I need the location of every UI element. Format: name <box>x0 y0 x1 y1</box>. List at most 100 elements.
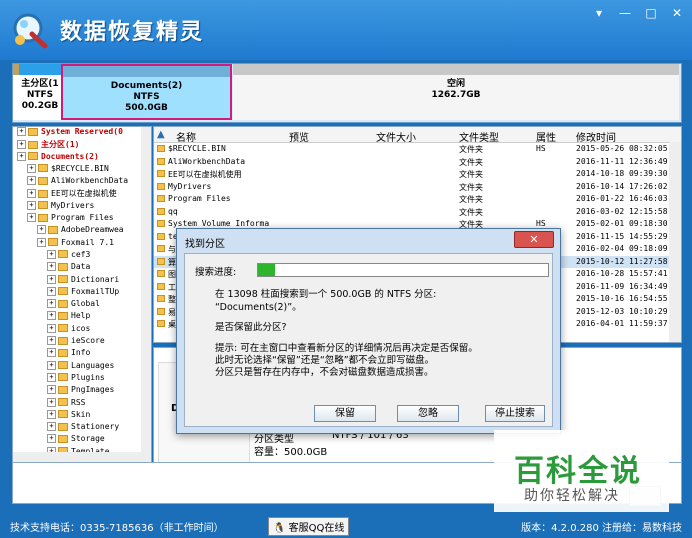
expand-icon[interactable]: + <box>47 422 56 432</box>
tree-item[interactable]: + Dictionari <box>13 274 151 287</box>
tree-item[interactable]: + 主分区(1) <box>13 139 151 151</box>
tree-horizontal-scrollbar[interactable] <box>13 452 141 462</box>
expand-icon[interactable]: + <box>27 163 36 173</box>
tree-item-label: 主分区(1) <box>41 140 80 150</box>
ignore-button[interactable]: 忽略 <box>397 405 459 422</box>
sort-up-icon[interactable]: ▲ <box>157 129 165 140</box>
expand-icon[interactable]: + <box>17 151 26 161</box>
expand-icon[interactable]: + <box>47 397 56 407</box>
column-header-attr[interactable]: 属性 <box>536 129 556 144</box>
expand-icon[interactable]: + <box>27 189 36 199</box>
tree-item[interactable]: + Stationery <box>13 422 151 434</box>
expand-icon[interactable]: + <box>17 140 26 150</box>
expand-icon[interactable]: + <box>47 323 56 333</box>
expand-icon[interactable]: + <box>47 348 56 358</box>
tree-item[interactable]: + Languages <box>13 360 151 373</box>
file-row[interactable]: Program Files 文件夹 2016-01-22 16:46:03 <box>154 193 681 206</box>
partition-free-space[interactable]: 空闲 1262.7GB <box>233 64 679 120</box>
tree-item[interactable]: + FoxmailTUp <box>13 286 151 299</box>
expand-icon[interactable]: + <box>47 299 56 309</box>
tree-item[interactable]: + Plugins <box>13 372 151 385</box>
file-type: 文件夹 <box>459 207 483 217</box>
minimize-icon[interactable]: — <box>618 6 632 20</box>
expand-icon[interactable]: + <box>27 200 36 210</box>
tree-item[interactable]: + Program Files <box>13 213 151 225</box>
tree-item[interactable]: + icos <box>13 323 151 336</box>
tree-item[interactable]: + ieScore <box>13 336 151 348</box>
expand-icon[interactable]: + <box>47 286 56 296</box>
file-time: 2016-02-04 09:18:09 <box>576 244 668 253</box>
tree-item[interactable]: + PngImages <box>13 385 151 397</box>
expand-icon[interactable]: + <box>47 434 56 444</box>
expand-icon[interactable]: + <box>47 249 56 259</box>
tree-item[interactable]: + Documents(2) <box>13 151 151 164</box>
maximize-icon[interactable]: □ <box>644 6 658 20</box>
expand-icon[interactable]: + <box>47 311 56 321</box>
tree-item[interactable]: + MyDrivers <box>13 200 151 213</box>
dialog-close-button[interactable]: ✕ <box>514 231 554 248</box>
file-row[interactable]: qq 文件夹 2016-03-02 12:15:58 <box>154 206 681 219</box>
column-header-preview[interactable]: 预览 <box>289 129 309 144</box>
expand-icon[interactable]: + <box>27 213 36 223</box>
folder-icon <box>38 164 48 173</box>
tree-item[interactable]: + Foxmail 7.1 <box>13 237 151 250</box>
qq-support-label: 客服QQ在线 <box>288 523 345 534</box>
keep-button[interactable]: 保留 <box>314 405 376 422</box>
tree-item[interactable]: + System Reserved(0 <box>13 127 151 139</box>
file-row[interactable]: AliWorkbenchData 文件夹 2016-11-11 12:36:49 <box>154 156 681 169</box>
column-header-size[interactable]: 文件大小 <box>376 129 416 144</box>
expand-icon[interactable]: + <box>47 274 56 284</box>
column-header-name[interactable]: 名称 <box>176 129 196 144</box>
dialog-question: 是否保留此分区? <box>215 322 287 333</box>
folder-icon <box>58 275 68 284</box>
tree-item[interactable]: + Data <box>13 262 151 274</box>
tree-item-label: EE可以在虚拟机使 <box>51 189 117 199</box>
close-icon[interactable]: ✕ <box>670 6 684 20</box>
expand-icon[interactable]: + <box>47 336 56 346</box>
file-row[interactable]: EE可以在虚拟机使用 文件夹 2014-10-18 09:39:30 <box>154 168 681 181</box>
tree-item-label: cef3 <box>71 249 91 259</box>
stop-search-button[interactable]: 停止搜索 <box>485 405 545 422</box>
directory-tree[interactable]: + System Reserved(0 + 主分区(1) + Documents(2) + $… <box>12 126 152 463</box>
file-list-scrollbar[interactable] <box>669 142 681 342</box>
tree-item[interactable]: + Global <box>13 299 151 311</box>
tree-item[interactable]: + cef3 <box>13 249 151 262</box>
tree-item[interactable]: + Info <box>13 348 151 360</box>
expand-icon[interactable]: + <box>47 262 56 272</box>
tree-vertical-scrollbar[interactable] <box>141 127 151 462</box>
folder-icon <box>58 373 68 382</box>
tree-item-label: Storage <box>71 434 105 444</box>
file-row[interactable]: MyDrivers 文件夹 2016-10-14 17:26:02 <box>154 181 681 194</box>
tree-item[interactable]: + Storage <box>13 434 151 446</box>
tree-item[interactable]: + Skin <box>13 409 151 422</box>
menu-dropdown-icon[interactable]: ▾ <box>592 6 606 20</box>
file-name: 与 <box>168 245 176 254</box>
expand-icon[interactable]: + <box>27 176 36 186</box>
column-header-time[interactable]: 修改时间 <box>576 129 616 144</box>
expand-icon[interactable]: + <box>47 385 56 395</box>
folder-icon <box>38 213 48 222</box>
status-bar: 技术支持电话：0335-7185636（非工作时间） 🐧 客服QQ在线 版本：4… <box>0 512 692 538</box>
tree-item-label: Help <box>71 311 91 321</box>
tree-item[interactable]: + AdobeDreamwea <box>13 225 151 237</box>
expand-icon[interactable]: + <box>47 409 56 419</box>
tree-item[interactable]: + EE可以在虚拟机使 <box>13 188 151 200</box>
tree-item[interactable]: + RSS <box>13 397 151 410</box>
file-row[interactable]: $RECYCLE.BIN 文件夹 HS 2015-05-26 08:32:05 <box>154 143 681 156</box>
tree-item-label: RSS <box>71 397 86 407</box>
partition-documents[interactable]: Documents(2) NTFS 500.0GB <box>61 64 232 120</box>
expand-icon[interactable]: + <box>37 225 46 235</box>
tree-item[interactable]: + $RECYCLE.BIN <box>13 163 151 176</box>
partition-main[interactable]: 主分区(1 NTFS 00.2GB <box>19 64 61 120</box>
expand-icon[interactable]: + <box>37 237 46 247</box>
qq-support-button[interactable]: 🐧 客服QQ在线 <box>268 517 350 536</box>
expand-icon[interactable]: + <box>17 127 26 136</box>
file-name: $RECYCLE.BIN <box>168 144 226 153</box>
dialog-title: 找到分区 <box>185 239 225 250</box>
column-header-type[interactable]: 文件类型 <box>459 129 499 144</box>
tree-item[interactable]: + Help <box>13 311 151 323</box>
expand-icon[interactable]: + <box>47 372 56 382</box>
tree-item[interactable]: + AliWorkbenchData <box>13 176 151 188</box>
folder-icon <box>28 140 38 149</box>
expand-icon[interactable]: + <box>47 360 56 370</box>
